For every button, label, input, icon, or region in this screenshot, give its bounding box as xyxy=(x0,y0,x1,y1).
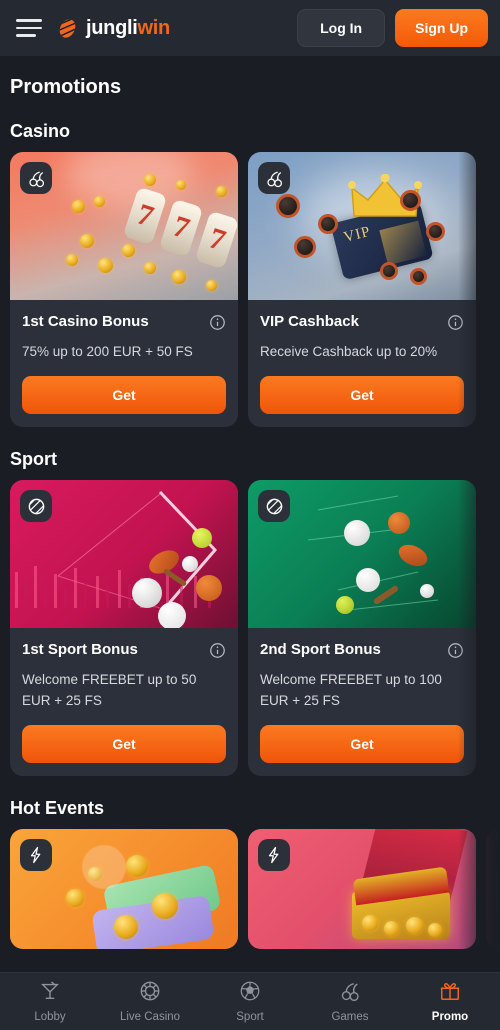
cherries-icon xyxy=(339,980,361,1007)
sport-rail-wrapper: 1st Sport Bonus Welcome FREEBET up to 50… xyxy=(0,480,500,776)
casino-chip-icon xyxy=(139,980,161,1007)
casino-rail-wrapper: 7 7 7 1st Casino Bonus 75% up to 200 EUR… xyxy=(0,152,500,428)
casino-cards-rail[interactable]: 7 7 7 1st Casino Bonus 75% up to 200 EUR… xyxy=(0,152,500,428)
card-image xyxy=(248,828,476,949)
login-button[interactable]: Log In xyxy=(297,9,386,47)
badge-lightning-bolt-icon xyxy=(20,838,52,871)
card-description: Welcome FREEBET up to 100 EUR + 25 FS xyxy=(260,672,442,708)
gift-box-icon xyxy=(439,980,461,1007)
card-body: VIP Cashback Receive Cashback up to 20% … xyxy=(248,300,476,427)
badge-striped-ball-icon xyxy=(20,490,52,523)
brand-wordmark: jungliwin xyxy=(86,17,170,40)
info-icon[interactable] xyxy=(447,314,464,336)
bottom-navigation: Lobby Live Casino Sport Games Promo xyxy=(0,972,500,1030)
sport-cards-rail[interactable]: 1st Sport Bonus Welcome FREEBET up to 50… xyxy=(0,480,500,776)
card-body: 2nd Sport Bonus Welcome FREEBET up to 10… xyxy=(248,628,476,776)
card-image: 7 7 7 xyxy=(10,152,238,300)
page-content: Promotions Casino 7 7 7 1st Casino Bonus… xyxy=(0,56,500,949)
card-artwork-sport-green xyxy=(248,480,476,629)
nav-label: Games xyxy=(331,1011,369,1023)
logo-text-primary: jungli xyxy=(86,16,138,39)
card-footer: Get xyxy=(22,711,226,776)
card-artwork-slot-machine: 7 7 7 xyxy=(10,152,238,300)
brand-logo[interactable]: jungliwin xyxy=(56,16,170,40)
info-icon[interactable] xyxy=(209,642,226,664)
soccer-ball-icon xyxy=(239,980,261,1007)
jungliwin-ball-icon xyxy=(56,16,79,40)
badge-cherries-icon xyxy=(20,162,52,194)
get-bonus-button[interactable]: Get xyxy=(22,376,226,415)
nav-label: Live Casino xyxy=(119,1011,181,1023)
badge-lightning-bolt-icon xyxy=(496,838,500,871)
card-description: Welcome FREEBET up to 50 EUR + 25 FS xyxy=(22,672,197,708)
badge-lightning-bolt-icon xyxy=(258,838,290,871)
signup-button[interactable]: Sign Up xyxy=(395,9,488,47)
hamburger-line xyxy=(16,34,36,37)
badge-cherries-icon xyxy=(258,162,290,194)
nav-item-games[interactable]: Games xyxy=(300,980,400,1023)
card-title: 2nd Sport Bonus xyxy=(260,641,381,659)
card-image xyxy=(486,828,500,949)
info-icon[interactable] xyxy=(447,642,464,664)
nav-item-live-casino[interactable]: Live Casino xyxy=(100,980,200,1023)
card-body: 1st Casino Bonus 75% up to 200 EUR + 50 … xyxy=(10,300,238,427)
card-footer: Get xyxy=(260,711,464,776)
hamburger-menu-icon[interactable] xyxy=(12,13,42,43)
nav-label: Lobby xyxy=(34,1011,66,1023)
hot-event-card[interactable] xyxy=(486,828,500,949)
promo-card[interactable]: 2nd Sport Bonus Welcome FREEBET up to 10… xyxy=(248,480,476,776)
section-title-hot-events: Hot Events xyxy=(10,797,105,818)
section-title-sport: Sport xyxy=(10,449,57,470)
hot-events-rail-wrapper xyxy=(0,828,500,949)
hot-events-cards-rail[interactable] xyxy=(0,828,500,949)
promo-card[interactable]: 7 7 7 1st Casino Bonus 75% up to 200 EUR… xyxy=(10,152,238,428)
get-bonus-button[interactable]: Get xyxy=(260,724,464,763)
card-artwork-sport-pink xyxy=(10,480,238,629)
promo-card[interactable]: 1st Sport Bonus Welcome FREEBET up to 50… xyxy=(10,480,238,776)
card-description: Receive Cashback up to 20% xyxy=(260,344,438,359)
card-header: 1st Sport Bonus xyxy=(22,641,226,664)
nav-item-sport[interactable]: Sport xyxy=(200,980,300,1023)
card-artwork-peek xyxy=(486,828,500,949)
card-footer: Get xyxy=(22,362,226,427)
app-header: jungliwin Log In Sign Up xyxy=(0,0,500,56)
card-title: 1st Casino Bonus xyxy=(22,313,149,330)
card-artwork-vip-crown: VIP xyxy=(248,152,476,300)
section-title-casino: Casino xyxy=(10,121,71,141)
cocktail-glass-icon xyxy=(39,980,61,1007)
card-description: 75% up to 200 EUR + 50 FS xyxy=(22,344,193,359)
card-body: 1st Sport Bonus Welcome FREEBET up to 50… xyxy=(10,628,238,776)
card-header: VIP Cashback xyxy=(260,313,464,336)
nav-label: Sport xyxy=(236,1011,264,1023)
nav-label: Promo xyxy=(431,1011,469,1023)
card-artwork-money-coins xyxy=(10,828,238,949)
header-actions: Log In Sign Up xyxy=(297,9,488,47)
get-bonus-button[interactable]: Get xyxy=(22,724,226,763)
badge-striped-ball-icon xyxy=(258,490,290,523)
logo-text-accent: win xyxy=(137,16,171,39)
info-icon[interactable] xyxy=(209,314,226,336)
card-title: VIP Cashback xyxy=(260,313,359,330)
hamburger-line xyxy=(16,26,42,30)
app-root: jungliwin Log In Sign Up Promotions Casi… xyxy=(0,0,500,1030)
card-image: VIP xyxy=(248,152,476,300)
hamburger-line xyxy=(16,19,42,22)
hot-event-card[interactable] xyxy=(10,828,238,949)
card-image xyxy=(10,480,238,629)
card-header: 1st Casino Bonus xyxy=(22,313,226,336)
get-bonus-button[interactable]: Get xyxy=(260,376,464,415)
nav-item-promo[interactable]: Promo xyxy=(400,980,500,1023)
card-artwork-treasure-chest xyxy=(248,828,476,949)
card-image xyxy=(248,480,476,629)
card-title: 1st Sport Bonus xyxy=(22,641,138,659)
promo-card[interactable]: VIP VIP Cashback Receive Cashback up to … xyxy=(248,152,476,428)
card-header: 2nd Sport Bonus xyxy=(260,641,464,664)
hot-event-card[interactable] xyxy=(248,828,476,949)
nav-item-lobby[interactable]: Lobby xyxy=(0,980,100,1023)
card-footer: Get xyxy=(260,362,464,427)
card-image xyxy=(10,828,238,949)
page-title: Promotions xyxy=(10,76,122,98)
